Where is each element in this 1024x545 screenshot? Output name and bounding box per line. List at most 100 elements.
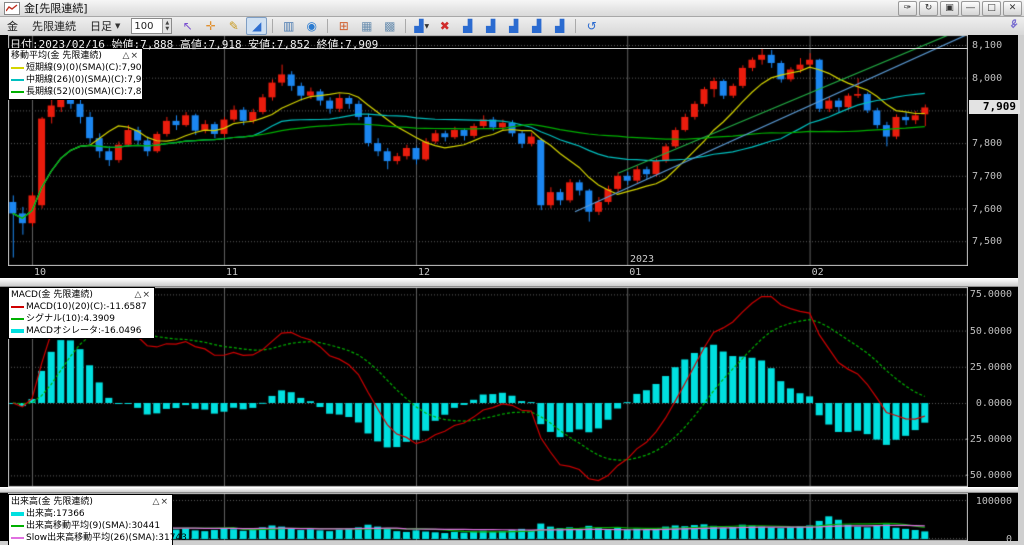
grid-2x2-icon[interactable]: ▦ [356, 17, 377, 35]
volume-label: 出来高:17366 [26, 509, 85, 519]
legend-item: 長期線(52)(0)(SMA)(C):7,877 [11, 86, 153, 98]
y-axis-tick-label: 8,100 [972, 40, 1003, 51]
legend-item: シグナル(10):4.3909 [11, 313, 151, 325]
grid-3x3-icon[interactable]: ▩ [379, 17, 400, 35]
legend-close-button[interactable]: × [142, 290, 151, 300]
macd-line-swatch [11, 306, 24, 308]
pin-button[interactable]: ✑ [898, 1, 917, 16]
macd-osc-label: MACDオシレータ:-16.0496 [26, 326, 142, 336]
sma9-swatch [11, 67, 24, 69]
chart-window: 金[先限連続] ✑ ↻ ▣ ― □ ✕ 金 先限連続 日足 ▼ 100 ▲ ▼ ↖ ✛ ✎ ◢ ▥ ◉… [0, 0, 1024, 545]
legend-close-button[interactable]: × [130, 51, 139, 61]
sma26-swatch [11, 79, 24, 81]
macd-osc-swatch [11, 329, 24, 333]
toolbar: 金 先限連続 日足 ▼ 100 ▲ ▼ ↖ ✛ ✎ ◢ ▥ ◉ ⊞ ▦ ▩ ▟ ▼ ✖ ▟ ▟ ▟ ▟ ▟ ↺ [0, 17, 1024, 36]
stepper-arrows[interactable]: ▲ ▼ [162, 19, 172, 33]
pencil-icon[interactable]: ✎ [223, 17, 244, 35]
legend-item: 出来高:17366 [11, 508, 169, 520]
duplicate-window-button[interactable]: ▣ [940, 1, 959, 16]
price-chart-canvas[interactable] [8, 35, 968, 266]
refresh-icon[interactable]: ↺ [581, 17, 602, 35]
chart-region: 日付:2023/02/16 始値:7,888 高値:7,918 安値:7,852… [0, 35, 1024, 545]
title-bar[interactable]: 金[先限連続] ✑ ↻ ▣ ― □ ✕ [0, 0, 1024, 17]
volume-ma9-label: 出来高移動平均(9)(SMA):30441 [26, 521, 161, 531]
close-button[interactable]: ✕ [1003, 1, 1022, 16]
y-axis-tick-label: 7,500 [972, 236, 1003, 248]
toolbar-separator [575, 19, 577, 33]
macd-legend-title: MACD(金 先限連続) [11, 290, 93, 300]
window-title: 金[先限連続] [24, 2, 88, 15]
indicator-5-icon[interactable]: ▟ [549, 17, 570, 35]
highlighter-icon[interactable]: ◢ [246, 17, 268, 35]
series-label: 先限連続 [32, 20, 76, 33]
indicator-4-icon[interactable]: ▟ [526, 17, 547, 35]
timeframe-value: 日足 [90, 20, 112, 33]
volume-ma26-label: Slow出来高移動平均(26)(SMA):31743 [26, 533, 187, 543]
indicator-1-icon[interactable]: ▟ [457, 17, 478, 35]
signal-line-label: シグナル(10):4.3909 [26, 314, 115, 324]
select-cursor-icon[interactable]: ↖ [177, 17, 198, 35]
indicator-3-icon[interactable]: ▟ [503, 17, 524, 35]
legend-item: MACDオシレータ:-16.0496 [11, 325, 151, 337]
y-axis-tick-label: 8,000 [972, 72, 1003, 84]
volume-legend: 出来高(金 先限連続) △× 出来高:17366 出来高移動平均(9)(SMA):… [8, 494, 187, 545]
panel-splitter[interactable] [0, 487, 1024, 493]
window-buttons: ✑ ↻ ▣ ― □ ✕ [898, 1, 1022, 16]
zoom-circle-icon[interactable]: ◉ [301, 17, 322, 35]
y-axis-tick-label: 100000 [975, 496, 1012, 507]
volume-ma9-swatch [11, 525, 24, 527]
timeframe-dropdown[interactable]: 日足 ▼ [88, 18, 122, 34]
remove-indicator-icon[interactable]: ✖ [434, 17, 455, 35]
maximize-button[interactable]: □ [982, 1, 1001, 16]
y-axis-tick-label: 7,700 [972, 170, 1003, 182]
x-axis-month-label: 01 [629, 267, 642, 278]
sma52-label: 長期線(52)(0)(SMA)(C):7,877 [26, 87, 153, 97]
legend-item: 出来高移動平均(9)(SMA):30441 [11, 520, 169, 532]
y-axis-tick-label: 7,800 [972, 138, 1003, 150]
legend-item: 短期線(9)(0)(SMA)(C):7,906 [11, 62, 147, 74]
bar-count-value: 100 [134, 20, 154, 32]
y-axis-tick-label: -25.0000 [963, 434, 1012, 446]
x-axis-month-label: 02 [811, 267, 824, 278]
ma-legend-title: 移動平均(金 先限連続) [11, 51, 102, 61]
y-axis-tick-label: -50.0000 [963, 470, 1012, 482]
bar-count-stepper[interactable]: 100 ▲ ▼ [131, 18, 173, 34]
bar-chart-menu-icon[interactable]: ▟ ▼ [411, 17, 432, 35]
step-down-icon[interactable]: ▼ [163, 26, 171, 32]
chart-app-icon [4, 1, 20, 15]
chart-window-icon[interactable]: ⊞ [333, 17, 354, 35]
y-axis-tick-label: 25.0000 [969, 361, 1012, 373]
signal-line-swatch [11, 318, 24, 320]
chevron-down-icon: ▼ [424, 22, 430, 30]
sma52-swatch [11, 91, 24, 93]
crosshair-chart-icon[interactable]: ▥ [278, 17, 299, 35]
instrument-label: 金 [7, 20, 18, 33]
y-axis-tick-label: 75.0000 [969, 289, 1012, 301]
volume-legend-title: 出来高(金 先限連続) [11, 497, 93, 507]
panel-splitter[interactable] [0, 278, 1024, 287]
toolbar-icon-group: ↖ ✛ ✎ ◢ ▥ ◉ ⊞ ▦ ▩ ▟ ▼ ✖ ▟ ▟ ▟ ▟ ▟ ↺ [176, 17, 603, 35]
legend-item: Slow出来高移動平均(26)(SMA):31743 [11, 532, 187, 544]
x-axis-month-label: 11 [226, 267, 239, 278]
year-label: 2023 [630, 254, 655, 265]
toolbar-separator [272, 19, 274, 33]
pan-hand-icon[interactable]: ✛ [200, 17, 221, 35]
x-axis-month-label: 10 [34, 267, 47, 278]
macd-legend: MACD(金 先限連続) △× MACD(10)(20)(C):-11.6587 … [8, 287, 155, 339]
volume-ma26-swatch [11, 537, 24, 539]
sma26-label: 中期線(26)(0)(SMA)(C):7,953 [26, 75, 153, 85]
sma9-label: 短期線(9)(0)(SMA)(C):7,906 [26, 63, 148, 73]
x-axis-month-label: 12 [418, 267, 431, 278]
minimize-button[interactable]: ― [961, 1, 980, 16]
ma-legend: 移動平均(金 先限連続) △× 短期線(9)(0)(SMA)(C):7,906 中… [8, 48, 153, 100]
y-axis-tick-label: 7,600 [972, 203, 1003, 215]
y-axis-tick-label: 50.0000 [969, 325, 1012, 337]
legend-close-button[interactable]: × [160, 497, 169, 507]
settings-wrench-icon[interactable] [1007, 19, 1018, 33]
toolbar-separator [327, 19, 329, 33]
info-bar-underline [8, 48, 968, 49]
macd-line-label: MACD(10)(20)(C):-11.6587 [26, 302, 147, 312]
indicator-2-icon[interactable]: ▟ [480, 17, 501, 35]
legend-item: MACD(10)(20)(C):-11.6587 [11, 301, 151, 313]
reload-window-button[interactable]: ↻ [919, 1, 938, 16]
